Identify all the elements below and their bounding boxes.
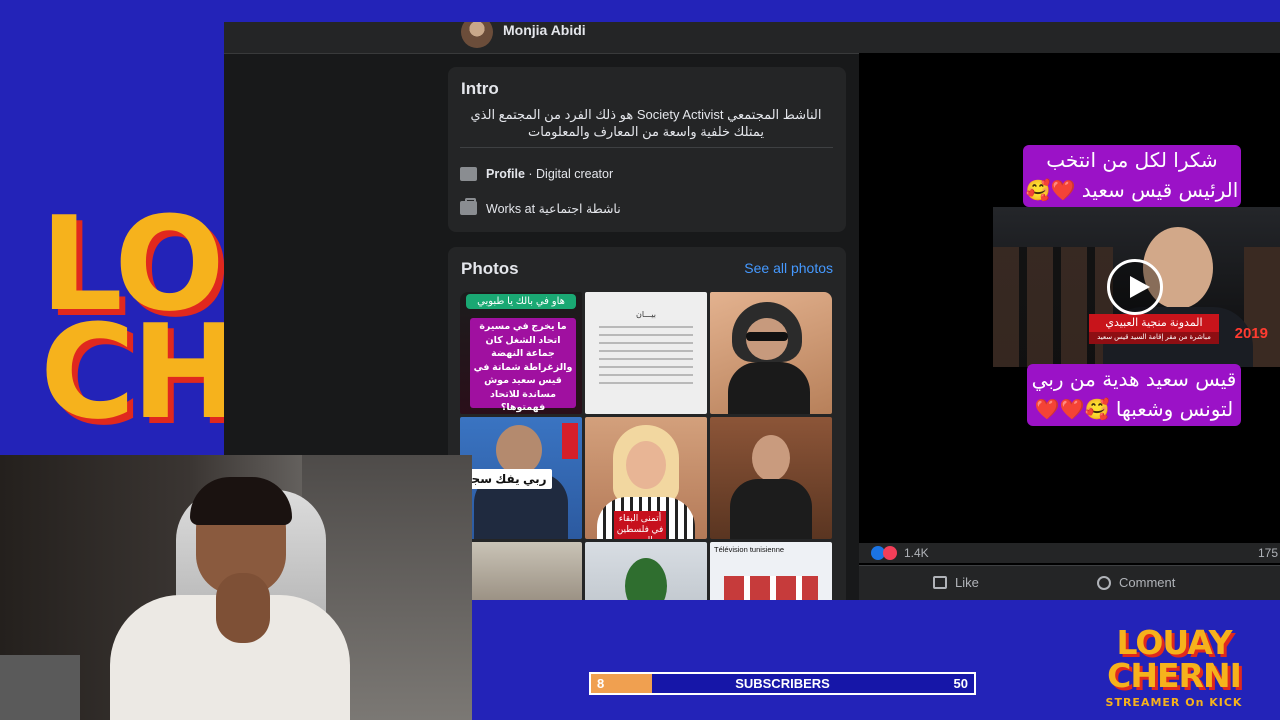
brand-tagline: STREAMER On KICK [1105, 696, 1243, 709]
photo-1-text: ما يخرج في مسيرة اتحاد الشغل كان جماعة ا… [470, 318, 576, 413]
photo-thumbnail[interactable]: أتمنى البقاء في فلسطين إلى حد [585, 417, 707, 539]
photo-4-person [496, 425, 542, 475]
love-reaction-icon [883, 546, 897, 560]
see-all-photos-link[interactable]: See all photos [744, 260, 833, 276]
subscriber-goal: 50 [953, 676, 968, 691]
photo-4-flag [562, 423, 578, 459]
document-line [599, 326, 693, 328]
photo-thumbnail[interactable]: Télévision tunisienne [710, 542, 832, 600]
document-line [599, 334, 693, 336]
comments-count[interactable]: 175 [1258, 546, 1278, 560]
comment-label: Comment [1119, 575, 1176, 590]
like-label: Like [955, 575, 979, 590]
intro-divider [460, 147, 833, 148]
intro-row-works-bold: Works at [486, 201, 536, 216]
document-line [599, 366, 693, 368]
subscriber-goal-bar: 8 SUBSCRIBERS 50 [589, 672, 976, 695]
document-line [599, 350, 693, 352]
intro-bio: الناشط المجتمعي Society Activist هو ذلك … [470, 107, 822, 139]
reactions-count[interactable]: 1.4K [904, 546, 929, 560]
post-media[interactable]: شكرا لكل من انتخب الرئيس قيس سعيد ❤️🥰🌹✨ … [859, 53, 1280, 538]
video-crowd [993, 247, 1113, 367]
streamer-logo: LOUAY CHERNI STREAMER On KICK [1084, 626, 1264, 716]
background-logo-line-2: CH [40, 296, 230, 448]
profile-header-bar: Monjia Abidi [224, 22, 1280, 54]
intro-row-profile: Profile · Digital creator [460, 164, 613, 184]
photo-thumbnail[interactable] [710, 417, 832, 539]
photo-thumbnail[interactable]: هاو في بالك يا طبوبي ما يخرج في مسيرة ات… [460, 292, 582, 414]
intro-row-profile-label: Profile · Digital creator [486, 167, 613, 181]
webcam-hand [216, 573, 270, 643]
profile-name[interactable]: Monjia Abidi [503, 22, 586, 38]
document-line [599, 342, 693, 344]
intro-card: Intro الناشط المجتمعي Society Activist ه… [448, 67, 846, 232]
photos-card: Photos See all photos هاو في بالك يا طبو… [448, 247, 846, 600]
comment-icon [1097, 575, 1111, 590]
photo-1-tag: هاو في بالك يا طبوبي [466, 294, 576, 309]
webcam-feed [0, 455, 472, 720]
photo-5-face [626, 441, 666, 489]
subscriber-label: SUBSCRIBERS [735, 676, 830, 691]
intro-row-works-label: Works at ناشطة اجتماعية [486, 201, 621, 216]
intro-row-works-at: Works at ناشطة اجتماعية [460, 198, 621, 218]
overlay-text-top: شكرا لكل من انتخب الرئيس قيس سعيد ❤️🥰🌹✨ [1023, 145, 1241, 232]
photos-title: Photos [461, 259, 519, 278]
document-line [599, 358, 693, 360]
photo-thumbnail[interactable] [460, 542, 582, 600]
photo-grid: هاو في بالك يا طبوبي ما يخرج في مسيرة ات… [460, 292, 833, 600]
photo-9-graphic [724, 576, 818, 600]
webcam-shelf [0, 655, 80, 720]
play-icon[interactable] [1107, 259, 1163, 315]
photo-thumbnail[interactable]: بيـــان [585, 292, 707, 414]
briefcase-icon [460, 198, 477, 215]
post-viewer: شكرا لكل من انتخب الرئيس قيس سعيد ❤️🥰🌹✨ … [859, 53, 1280, 600]
webcam-hair [190, 477, 292, 525]
intro-row-works-text: ناشطة اجتماعية [535, 201, 621, 216]
photo-4-caption: ربي يفك سجنك [460, 469, 552, 489]
overlay-text-bottom: قيس سعيد هدية من ربي لتونس وشعبها 🥰❤️❤️ [1027, 364, 1241, 426]
photo-6-face [752, 435, 790, 481]
profile-avatar[interactable] [461, 22, 493, 48]
brand-line-1: LOUAY [1116, 623, 1233, 662]
like-button[interactable]: Like [933, 575, 979, 590]
background-logo: LO CH [40, 210, 230, 460]
post-actions: Like Comment [859, 565, 1280, 600]
photo-2-title: بيـــان [636, 310, 656, 319]
document-line [599, 382, 693, 384]
intro-title: Intro [461, 79, 499, 98]
photo-thumbnail[interactable] [585, 542, 707, 600]
intro-row-profile-text: · Digital creator [524, 167, 614, 181]
brand-line-2: CHERNI [1107, 656, 1242, 695]
document-line [599, 374, 693, 376]
profile-icon [460, 167, 477, 181]
photo-thumbnail[interactable] [710, 292, 832, 414]
photo-3-glasses [746, 332, 788, 341]
photo-5-caption: أتمنى البقاء في فلسطين إلى حد [614, 511, 666, 539]
video-subbanner: مباشرة من مقر إقامة السيد قيس سعيد [1089, 332, 1219, 344]
comment-button[interactable]: Comment [1097, 575, 1175, 590]
intro-row-profile-bold: Profile [486, 167, 525, 181]
video-banner: المدونة منجية العبيدي [1089, 314, 1219, 332]
photo-3-body [728, 362, 810, 414]
post-stats: 1.4K 175 [859, 543, 1280, 563]
photo-9-header: Télévision tunisienne [714, 545, 785, 554]
video-year: 2019 [1234, 325, 1268, 342]
thumbs-up-icon [933, 576, 947, 589]
photo-thumbnail[interactable]: ربي يفك سجنك [460, 417, 582, 539]
photo-8-person [625, 558, 667, 600]
photo-6-suit [730, 479, 812, 539]
